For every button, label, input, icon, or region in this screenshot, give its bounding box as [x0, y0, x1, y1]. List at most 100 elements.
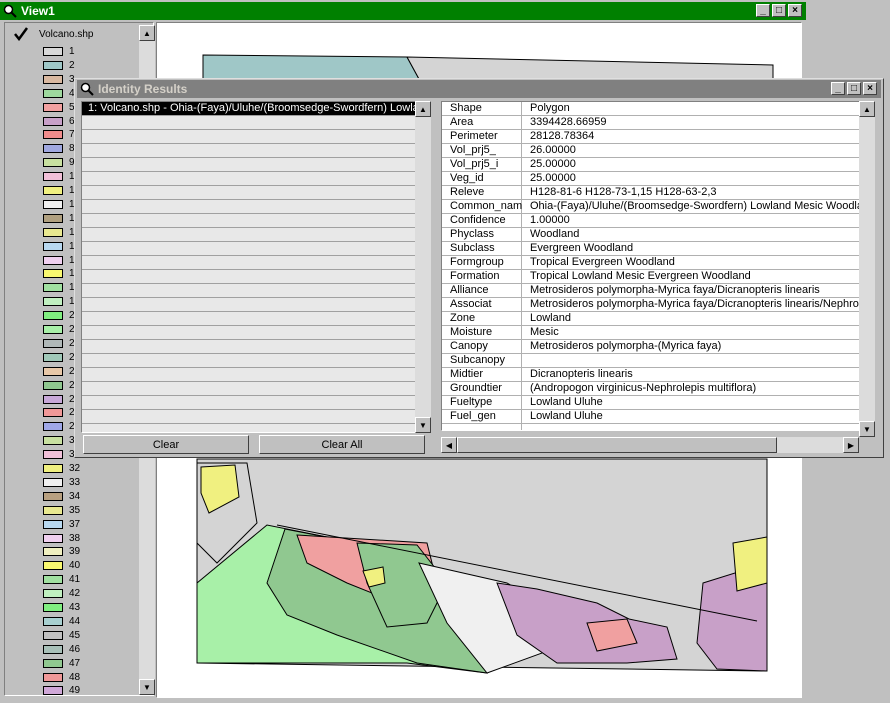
- result-item-selected[interactable]: 1: Volcano.shp - Ohia-(Faya)/Uluhe/(Broo…: [82, 102, 416, 116]
- legend-item[interactable]: 1: [43, 254, 75, 267]
- legend-item[interactable]: 2: [43, 406, 75, 419]
- scroll-down-button[interactable]: ▼: [139, 679, 155, 695]
- legend-item[interactable]: 1: [43, 267, 75, 280]
- legend-item[interactable]: 2: [43, 351, 75, 364]
- scroll-left-button[interactable]: ◀: [441, 437, 457, 453]
- legend-item[interactable]: 1: [43, 45, 75, 58]
- legend-item[interactable]: 33: [43, 476, 80, 489]
- attribute-row[interactable]: Zone Lowland: [442, 312, 860, 326]
- close-button[interactable]: ×: [863, 82, 877, 95]
- legend-item[interactable]: 1: [43, 295, 75, 308]
- checkmark-icon[interactable]: [13, 27, 29, 41]
- clear-all-button[interactable]: Clear All: [259, 435, 425, 454]
- legend-item[interactable]: 45: [43, 629, 80, 642]
- scroll-down-button[interactable]: ▼: [859, 421, 875, 437]
- legend-item[interactable]: 37: [43, 518, 80, 531]
- legend-item[interactable]: 46: [43, 643, 80, 656]
- view-title-bar[interactable]: View1 _ □ ×: [0, 2, 806, 20]
- legend-item[interactable]: 38: [43, 532, 80, 545]
- attribute-row[interactable]: Formgroup Tropical Evergreen Woodland: [442, 256, 860, 270]
- legend-item[interactable]: 7: [43, 128, 75, 141]
- legend-item[interactable]: 1: [43, 184, 75, 197]
- minimize-button[interactable]: _: [756, 4, 770, 17]
- legend-item[interactable]: 2: [43, 337, 75, 350]
- maximize-button[interactable]: □: [772, 4, 786, 17]
- legend-item[interactable]: 1: [43, 226, 75, 239]
- legend-item[interactable]: 39: [43, 545, 80, 558]
- attribute-row[interactable]: Releve H128-81-6 H128-73-1,15 H128-63-2,3: [442, 186, 860, 200]
- legend-item[interactable]: 2: [43, 365, 75, 378]
- scroll-down-button[interactable]: ▼: [415, 417, 431, 433]
- attribute-row[interactable]: Area 3394428.66959: [442, 116, 860, 130]
- legend-item[interactable]: 2: [43, 309, 75, 322]
- attribute-row[interactable]: Confidence 1.00000: [442, 214, 860, 228]
- legend-item[interactable]: 2: [43, 420, 75, 433]
- attribute-row[interactable]: Canopy Metrosideros polymorpha-(Myrica fa…: [442, 340, 860, 354]
- legend-item[interactable]: 1: [43, 240, 75, 253]
- attribute-row[interactable]: Subcanopy: [442, 354, 860, 368]
- legend-item[interactable]: 1: [43, 170, 75, 183]
- legend-item[interactable]: 2: [43, 59, 75, 72]
- clear-button[interactable]: Clear: [83, 435, 249, 454]
- legend-item[interactable]: 49: [43, 684, 80, 697]
- legend-item[interactable]: 2: [43, 323, 75, 336]
- legend-item[interactable]: 41: [43, 573, 80, 586]
- attribute-table[interactable]: Shape Polygon Area 3394428.66959 Perimeter 28…: [441, 101, 861, 431]
- legend-swatch: [43, 241, 63, 251]
- legend-item[interactable]: 35: [43, 504, 80, 517]
- legend-item[interactable]: 47: [43, 657, 80, 670]
- attribute-row[interactable]: Subclass Evergreen Woodland: [442, 242, 860, 256]
- attribute-row[interactable]: Formation Tropical Lowland Mesic Evergree…: [442, 270, 860, 284]
- legend-item[interactable]: 3: [43, 434, 75, 447]
- attribute-row[interactable]: Perimeter 28128.78364: [442, 130, 860, 144]
- attribute-row[interactable]: Phyclass Woodland: [442, 228, 860, 242]
- attribute-row[interactable]: Veg_id 25.00000: [442, 172, 860, 186]
- scroll-up-button[interactable]: ▲: [139, 25, 155, 41]
- legend-item[interactable]: 40: [43, 559, 80, 572]
- legend-item[interactable]: 4: [43, 87, 75, 100]
- maximize-button[interactable]: □: [847, 82, 861, 95]
- identity-title-bar[interactable]: Identity Results _ □ ×: [77, 80, 881, 98]
- attribute-row[interactable]: Groundtier (Andropogon virginicus-Nephrol…: [442, 382, 860, 396]
- legend-item[interactable]: 9: [43, 156, 75, 169]
- attribute-vertical-scrollbar[interactable]: ▲ ▼: [859, 101, 875, 437]
- close-button[interactable]: ×: [788, 4, 802, 17]
- attribute-row[interactable]: Shape Polygon: [442, 102, 860, 116]
- arrow-down-icon: ▼: [419, 420, 427, 430]
- legend-item[interactable]: 42: [43, 587, 80, 600]
- legend-item[interactable]: 34: [43, 490, 80, 503]
- scroll-right-button[interactable]: ▶: [843, 437, 859, 453]
- legend-item[interactable]: 1: [43, 198, 75, 211]
- legend-item[interactable]: 43: [43, 601, 80, 614]
- legend-item[interactable]: 8: [43, 142, 75, 155]
- attribute-row[interactable]: Moisture Mesic: [442, 326, 860, 340]
- legend-item[interactable]: 6: [43, 115, 75, 128]
- attribute-row[interactable]: Vol_prj5_ 26.00000: [442, 144, 860, 158]
- legend-item[interactable]: 44: [43, 615, 80, 628]
- legend-item[interactable]: 32: [43, 462, 80, 475]
- scroll-up-button[interactable]: ▲: [415, 101, 431, 117]
- results-scrollbar[interactable]: ▲ ▼: [415, 101, 431, 433]
- legend-item[interactable]: 3: [43, 73, 75, 86]
- attribute-row[interactable]: Associat Metrosideros polymorpha-Myrica f…: [442, 298, 860, 312]
- attribute-row[interactable]: Common_nam Ohia-(Faya)/Uluhe/(Broomsedge-…: [442, 200, 860, 214]
- attribute-row[interactable]: Midtier Dicranopteris linearis: [442, 368, 860, 382]
- attribute-row[interactable]: Alliance Metrosideros polymorpha-Myrica f…: [442, 284, 860, 298]
- legend-item[interactable]: 1: [43, 212, 75, 225]
- legend-item[interactable]: 3: [43, 448, 75, 461]
- results-list[interactable]: 1: Volcano.shp - Ohia-(Faya)/Uluhe/(Broo…: [81, 101, 417, 433]
- attribute-row[interactable]: Fueltype Lowland Uluhe: [442, 396, 860, 410]
- scroll-thumb[interactable]: [457, 437, 777, 453]
- legend-item[interactable]: 2: [43, 379, 75, 392]
- legend-item[interactable]: 1: [43, 281, 75, 294]
- scroll-up-button[interactable]: ▲: [859, 101, 875, 117]
- legend-item[interactable]: 5: [43, 101, 75, 114]
- legend-swatch: [43, 311, 63, 321]
- attribute-row[interactable]: Fuel_gen Lowland Uluhe: [442, 410, 860, 424]
- theme-entry[interactable]: Volcano.shp: [13, 27, 94, 41]
- attribute-horizontal-scrollbar[interactable]: ◀ ▶: [441, 437, 859, 453]
- legend-item[interactable]: 48: [43, 671, 80, 684]
- legend-item[interactable]: 2: [43, 393, 75, 406]
- minimize-button[interactable]: _: [831, 82, 845, 95]
- attribute-row[interactable]: Vol_prj5_i 25.00000: [442, 158, 860, 172]
